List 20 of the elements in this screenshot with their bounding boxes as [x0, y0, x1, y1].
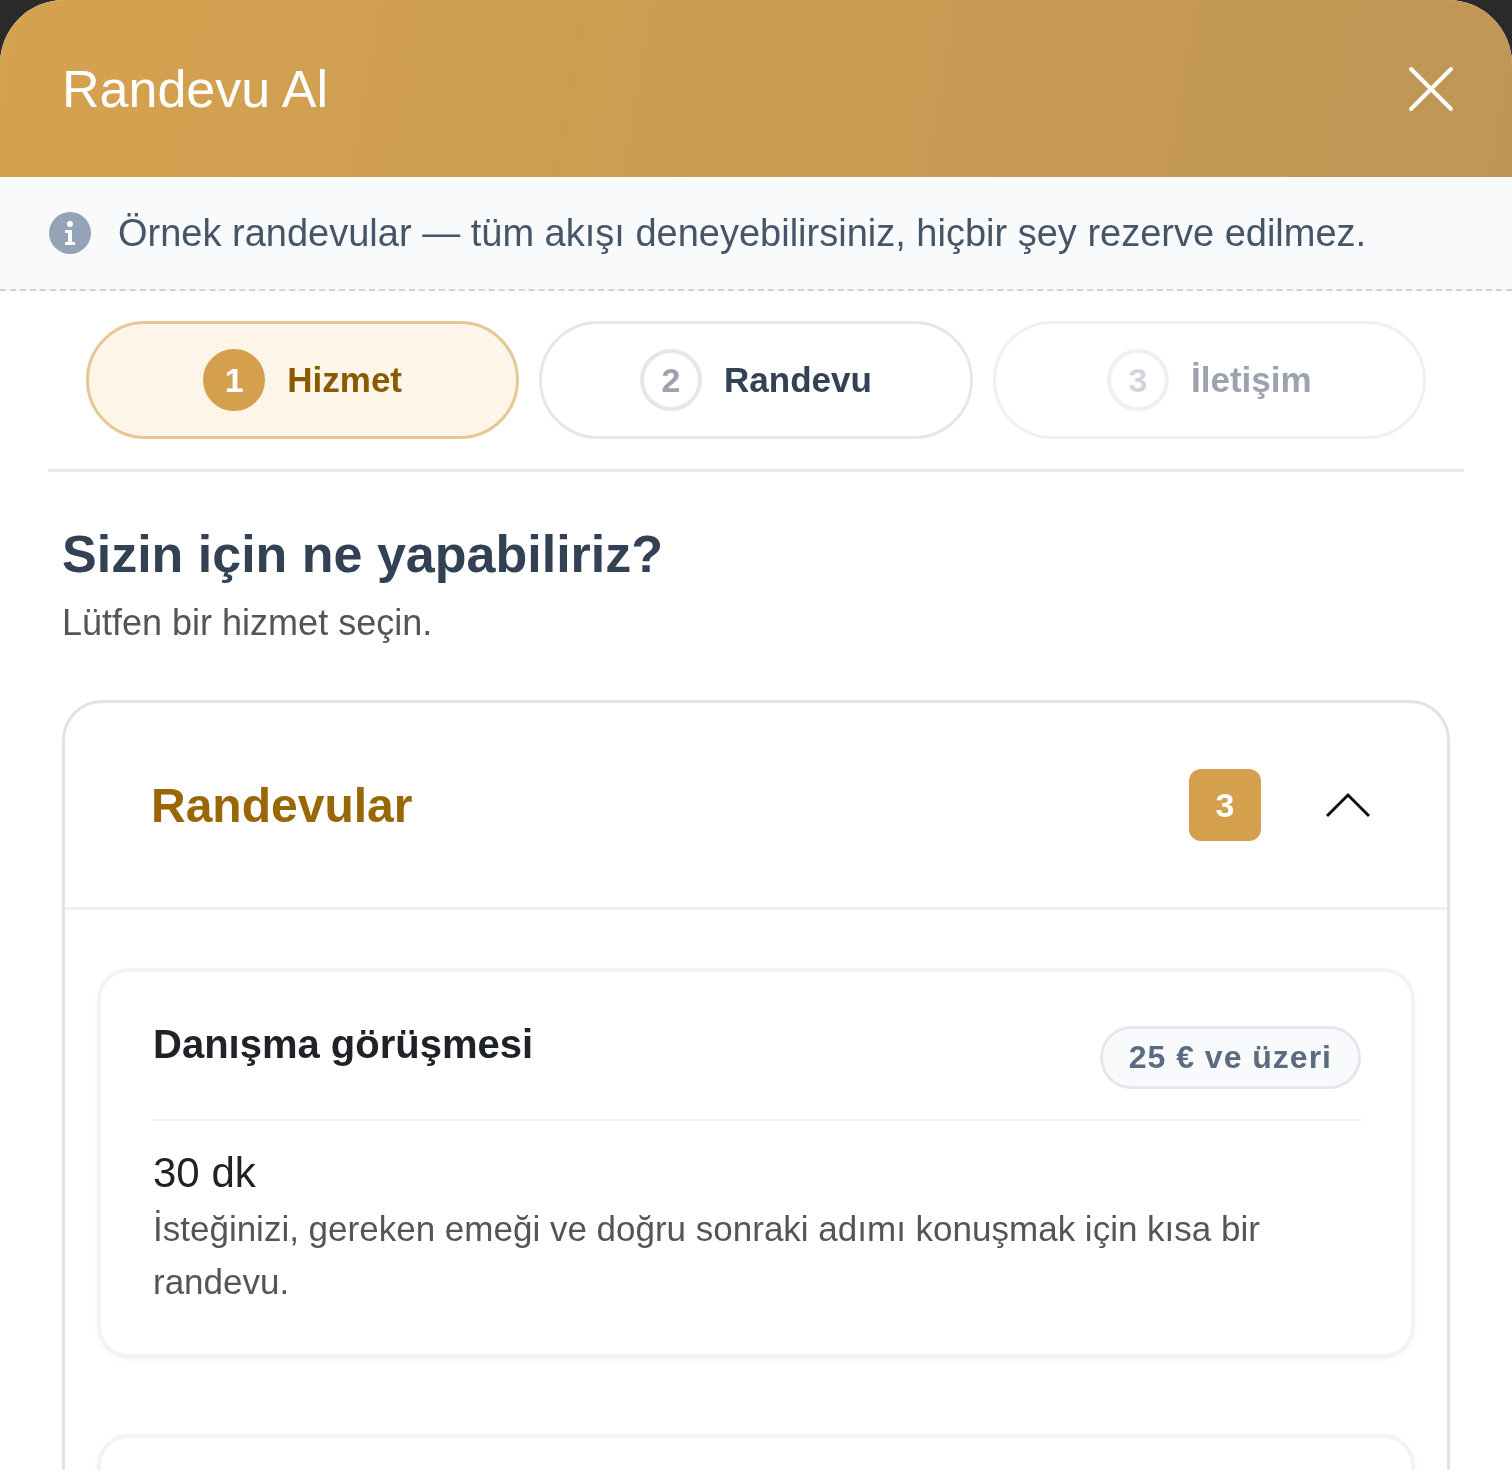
close-icon [1408, 65, 1454, 112]
service-description: İsteğinizi, gereken emeği ve doğru sonraki adımı konuşmak için kısa bir randevu. [153, 1208, 1261, 1303]
section-subheading: Lütfen bir hizmet seçin. [62, 602, 434, 644]
count-badge: 3 [1189, 769, 1261, 841]
section-heading: Sizin için ne yapabiliriz? [62, 524, 665, 584]
step-tab[interactable]: 2 Randevu [539, 321, 973, 439]
step-tab[interactable]: 1 Hizmet [86, 321, 520, 439]
info-icon [48, 211, 92, 255]
service-card[interactable]: Danışma görüşmesi 25 € ve üzeri 30 dk İsteğinizi, gereken emeği ve doğru sonraki adımı konuşmak için kısa bir randevu. [97, 968, 1415, 1358]
step-number: 2 [640, 349, 703, 411]
category-title: Randevular [151, 777, 414, 833]
price-tag: 25 € ve üzeri [1099, 1026, 1361, 1089]
notice-text: Örnek randevular — tüm akışı deneyebilirsiniz, hiçbir şey rezerve edilmez. [118, 211, 1367, 255]
step-number: 1 [203, 349, 266, 411]
chevron-up-icon [1325, 792, 1371, 818]
service-name: Danışma görüşmesi [153, 1022, 534, 1067]
service-duration: 30 dk [153, 1149, 257, 1197]
close-button[interactable] [1408, 65, 1454, 112]
dialog-title: Randevu Al [62, 58, 328, 119]
category-header[interactable]: Randevular 3 [65, 703, 1447, 910]
